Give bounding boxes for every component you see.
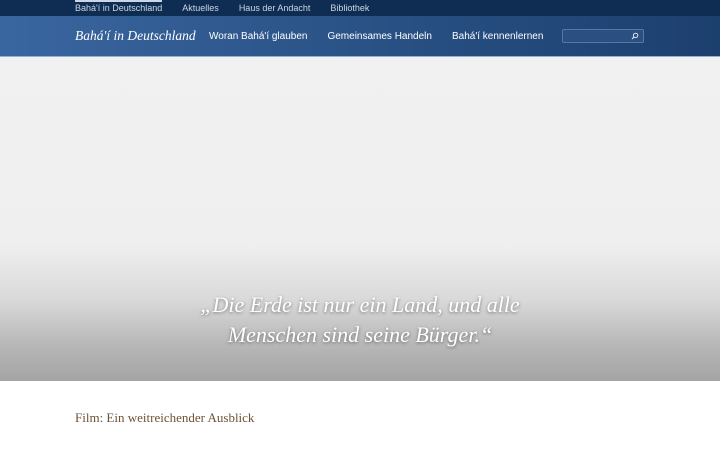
main-nav-bahai-kennenlernen[interactable]: Bahá'í kennenlernen (452, 16, 543, 56)
main-nav: Woran Bahá'í glauben Gemeinsames Handeln… (209, 16, 543, 56)
search-icon (631, 32, 639, 40)
hero-quote-line-2: Menschen sind seine Bürger.“ (227, 322, 493, 347)
top-nav-aktuelles[interactable]: Aktuelles (182, 0, 219, 16)
hero-quote: „Die Erde ist nur ein Land, und alle Men… (0, 290, 720, 350)
top-nav-bibliothek[interactable]: Bibliothek (330, 0, 369, 16)
top-nav: Bahá'í in Deutschland Aktuelles Haus der… (75, 0, 369, 16)
site-logo[interactable]: Bahá'í in Deutschland (75, 16, 196, 56)
search-button[interactable] (629, 30, 641, 42)
search-input[interactable] (565, 30, 629, 42)
top-bar: Bahá'í in Deutschland Aktuelles Haus der… (0, 0, 720, 16)
hero-banner: „Die Erde ist nur ein Land, und alle Men… (0, 57, 720, 381)
top-nav-haus-der-andacht[interactable]: Haus der Andacht (239, 0, 311, 16)
site-header: Bahá'í in Deutschland Woran Bahá'í glaub… (0, 16, 720, 57)
search-box (562, 29, 644, 43)
film-title: Film: Ein weitreichender Ausblick (75, 410, 255, 425)
main-nav-gemeinsames-handeln[interactable]: Gemeinsames Handeln (327, 16, 432, 56)
main-nav-woran-bahai-glauben[interactable]: Woran Bahá'í glauben (209, 16, 307, 56)
hero-quote-line-1: „Die Erde ist nur ein Land, und alle (200, 292, 520, 317)
top-nav-bahai-in-deutschland[interactable]: Bahá'í in Deutschland (75, 0, 163, 16)
